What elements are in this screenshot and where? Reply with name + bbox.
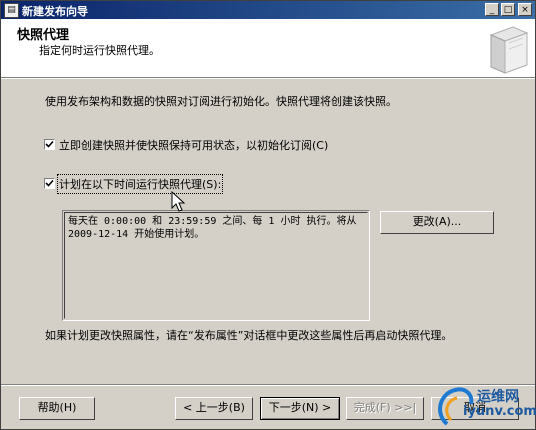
close-button[interactable]: ×: [518, 3, 532, 16]
checkmark-icon: [45, 179, 54, 187]
schedule-snapshot-checkbox[interactable]: [44, 178, 55, 189]
finish-button[interactable]: 完成(F) >>|: [346, 397, 424, 420]
watermark-text: 运维网: [477, 389, 519, 405]
schedule-box-inner: 每天在 0:00:00 和 23:59:59 之间、每 1 小时 执行。将从 2…: [64, 212, 368, 319]
schedule-text: 每天在 0:00:00 和 23:59:59 之间、每 1 小时 执行。将从 2…: [68, 216, 357, 240]
create-snapshot-checkbox[interactable]: [44, 139, 55, 150]
schedule-snapshot-label[interactable]: 计划在以下时间运行快照代理(S):: [56, 174, 224, 194]
maximize-button[interactable]: □: [501, 3, 515, 16]
wizard-header: 快照代理 指定何时运行快照代理。: [1, 19, 535, 78]
title-bar[interactable]: ▤ 新建发布向导 _ □ ×: [1, 1, 535, 19]
header-divider: [1, 78, 535, 79]
change-schedule-button[interactable]: 更改(A)...: [380, 211, 494, 234]
back-button[interactable]: < 上一步(B): [175, 397, 253, 420]
mouse-cursor-icon: [171, 191, 186, 212]
page-title: 快照代理: [17, 28, 70, 43]
description-text: 使用发布架构和数据的快照对订阅进行初始化。快照代理将创建该快照。: [45, 95, 397, 108]
wizard-book-icon: [489, 26, 529, 74]
checkmark-icon: [45, 140, 54, 148]
help-button[interactable]: 帮助(H): [19, 397, 95, 420]
wizard-window: ▤ 新建发布向导 _ □ × 快照代理 指定何时运行快照代理。 使用发布架构和数…: [0, 0, 536, 430]
watermark-url: iyunv.com: [463, 404, 536, 419]
minimize-button[interactable]: _: [485, 3, 499, 16]
page-subtitle: 指定何时运行快照代理。: [39, 44, 160, 57]
app-icon: ▤: [4, 3, 19, 18]
note-text: 如果计划更改快照属性，请在“发布属性”对话框中更改这些属性后再启动快照代理。: [45, 329, 453, 342]
window-title: 新建发布向导: [22, 5, 88, 18]
next-button[interactable]: 下一步(N) >: [260, 397, 340, 420]
create-snapshot-label[interactable]: 立即创建快照并使快照保持可用状态，以初始化订阅(C): [59, 137, 328, 153]
schedule-description-box: 每天在 0:00:00 和 23:59:59 之间、每 1 小时 执行。将从 2…: [62, 210, 370, 321]
